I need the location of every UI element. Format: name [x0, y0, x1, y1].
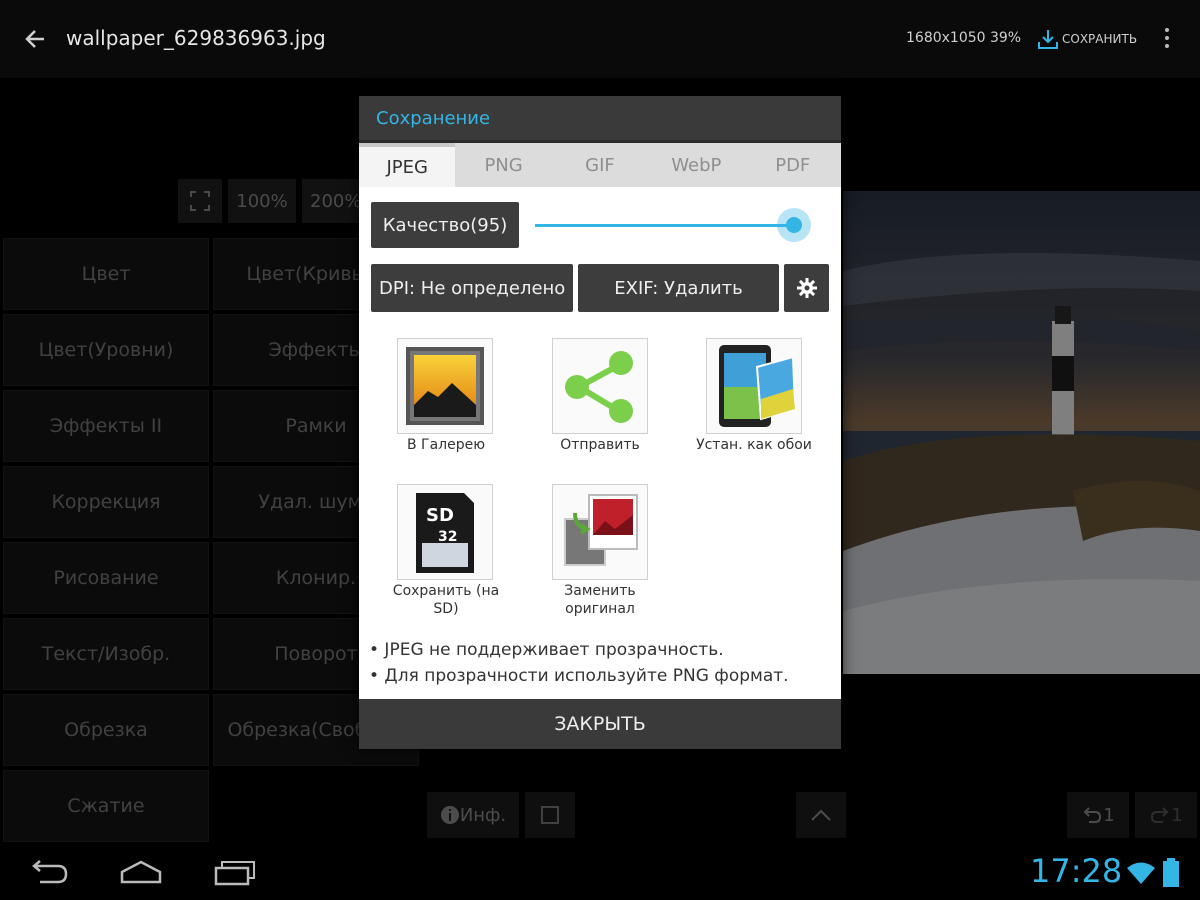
system-navigation-bar [0, 846, 1200, 900]
tab-gif[interactable]: GIF [552, 143, 648, 187]
set-as-wallpaper-label: Устан. как обои [696, 437, 812, 453]
share-icon [565, 351, 633, 423]
save-button[interactable]: СОХРАНИТЬ [1036, 24, 1137, 54]
save-to-gallery-label: В Галерею [406, 437, 486, 453]
dialog-title: Сохранение [376, 108, 491, 129]
wallpaper-icon [719, 345, 797, 427]
sd-card-size: 32 [438, 529, 457, 545]
gallery-icon [406, 347, 484, 425]
settings-button[interactable] [784, 264, 829, 312]
close-button[interactable]: ЗАКРЫТЬ [359, 699, 841, 749]
quality-slider-thumb[interactable] [776, 208, 811, 242]
file-title: wallpaper_629836963.jpg [66, 26, 326, 50]
recent-apps-icon[interactable] [212, 860, 258, 886]
save-button-label: СОХРАНИТЬ [1062, 32, 1138, 46]
resolution-info: 1680x1050 39% [906, 30, 1022, 46]
battery-icon [1163, 858, 1179, 887]
tab-png[interactable]: PNG [455, 143, 551, 187]
home-icon[interactable] [118, 858, 164, 886]
save-to-sd-label: Сохранить (на SD) [392, 583, 500, 617]
share-label: Отправить [560, 437, 640, 453]
tab-webp[interactable]: WebP [648, 143, 744, 187]
clock: 17:28 [1030, 852, 1123, 890]
note-use-png: • Для прозрачности используйте PNG форма… [369, 666, 789, 686]
back-arrow-icon[interactable] [20, 22, 50, 56]
gear-icon [796, 278, 817, 298]
dpi-button[interactable]: DPI: Не определено [371, 264, 573, 312]
replace-original-label: Заменить оригинал [564, 583, 636, 617]
system-back-icon[interactable] [26, 860, 70, 886]
quality-button[interactable]: Качество(95) [371, 202, 519, 248]
action-bar: wallpaper_629836963.jpg 1680x1050 39% СО… [0, 0, 1200, 78]
share-button[interactable] [552, 338, 648, 434]
wifi-icon [1127, 862, 1155, 884]
replace-original-button[interactable] [552, 484, 648, 580]
replace-original-icon [564, 494, 638, 566]
dialog-header: Сохранение [359, 96, 841, 143]
save-to-gallery-button[interactable] [397, 338, 493, 434]
download-icon [1038, 30, 1058, 49]
save-to-sd-button[interactable]: SD 32 [397, 484, 493, 580]
tab-pdf[interactable]: PDF [745, 143, 841, 187]
note-transparency: • JPEG не поддерживает прозрачность. [369, 640, 724, 660]
overflow-menu-icon[interactable] [1162, 26, 1172, 52]
sd-card-text: SD [426, 505, 454, 526]
set-as-wallpaper-button[interactable] [706, 338, 802, 434]
quality-slider-track[interactable] [535, 224, 797, 227]
format-tabs: JPEG PNG GIF WebP PDF [359, 143, 841, 187]
save-dialog: Сохранение JPEG PNG GIF WebP PDF Качество(95… [359, 96, 841, 749]
tab-jpeg[interactable]: JPEG [359, 143, 456, 187]
exif-button[interactable]: EXIF: Удалить [578, 264, 779, 312]
